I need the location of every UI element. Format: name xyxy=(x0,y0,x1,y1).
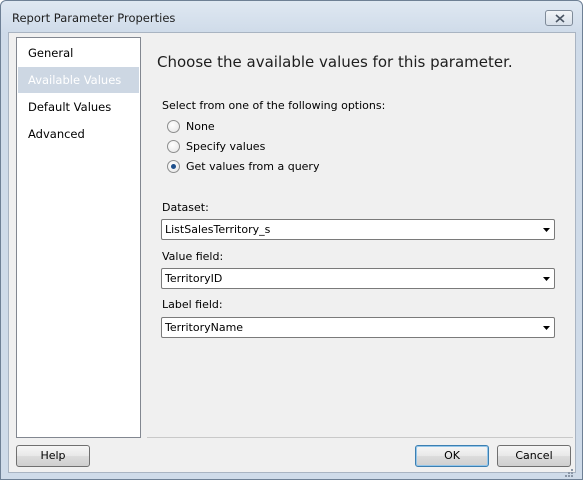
nav-item-label: Default Values xyxy=(28,100,112,114)
value-field-label: Value field: xyxy=(162,250,224,263)
dialog-client-area: General Available Values Default Values … xyxy=(8,32,576,473)
options-label: Select from one of the following options… xyxy=(162,99,386,112)
nav-item-default-values[interactable]: Default Values xyxy=(18,94,139,120)
value-field-dropdown[interactable]: TerritoryID xyxy=(161,268,555,289)
cancel-button[interactable]: Cancel xyxy=(497,445,571,467)
nav-item-label: General xyxy=(28,46,74,60)
divider xyxy=(147,437,573,438)
radio-label: Specify values xyxy=(186,140,266,153)
window-title: Report Parameter Properties xyxy=(12,11,176,25)
page-heading: Choose the available values for this par… xyxy=(157,53,513,71)
dataset-label: Dataset: xyxy=(162,201,209,214)
chevron-down-icon xyxy=(543,228,550,232)
radio-label: Get values from a query xyxy=(186,160,320,173)
value-field-value: TerritoryID xyxy=(165,272,223,285)
nav-item-general[interactable]: General xyxy=(18,40,139,66)
radio-selected-dot xyxy=(171,164,176,169)
label-field-label: Label field: xyxy=(162,298,223,311)
chevron-down-icon xyxy=(543,326,550,330)
dialog-window: Report Parameter Properties General Avai… xyxy=(0,0,583,480)
title-bar[interactable]: Report Parameter Properties xyxy=(1,1,582,33)
label-field-value: TerritoryName xyxy=(165,321,244,334)
dataset-dropdown[interactable]: ListSalesTerritory_s xyxy=(161,219,555,240)
radio-button[interactable] xyxy=(167,140,180,153)
chevron-down-icon xyxy=(543,277,550,281)
close-icon xyxy=(555,14,565,23)
nav-item-label: Available Values xyxy=(28,73,122,87)
resize-grip-icon[interactable] xyxy=(563,467,573,477)
nav-item-advanced[interactable]: Advanced xyxy=(18,121,139,147)
close-button[interactable] xyxy=(545,10,573,26)
nav-item-label: Advanced xyxy=(28,127,85,141)
help-button[interactable]: Help xyxy=(16,445,90,467)
label-field-dropdown[interactable]: TerritoryName xyxy=(161,317,555,338)
dataset-value: ListSalesTerritory_s xyxy=(165,223,271,236)
radio-label: None xyxy=(186,120,215,133)
radio-button-selected[interactable] xyxy=(167,160,180,173)
nav-item-available-values[interactable]: Available Values xyxy=(18,67,139,93)
ok-button[interactable]: OK xyxy=(415,445,489,467)
page-navigation-list: General Available Values Default Values … xyxy=(16,37,141,438)
radio-button[interactable] xyxy=(167,120,180,133)
